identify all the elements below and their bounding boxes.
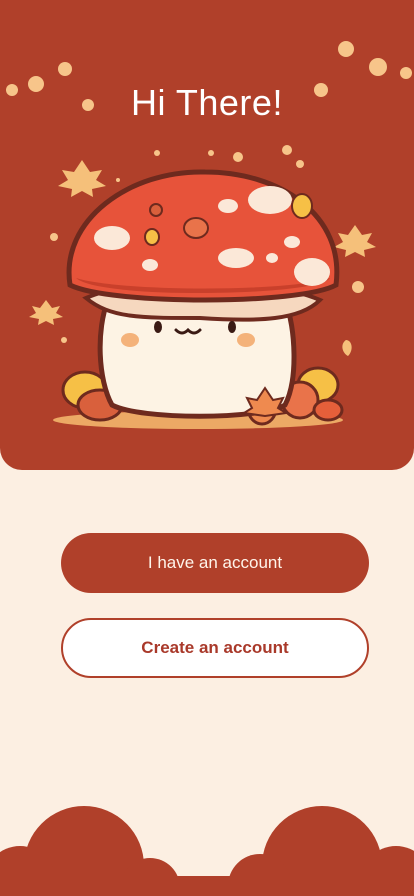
hero-banner: Hi There! <box>0 0 414 470</box>
page-title: Hi There! <box>131 82 283 123</box>
decorative-bushes <box>0 806 414 896</box>
login-button[interactable]: I have an account <box>61 533 369 593</box>
mushroom-illustration <box>6 41 412 429</box>
create-account-button[interactable]: Create an account <box>61 618 369 678</box>
